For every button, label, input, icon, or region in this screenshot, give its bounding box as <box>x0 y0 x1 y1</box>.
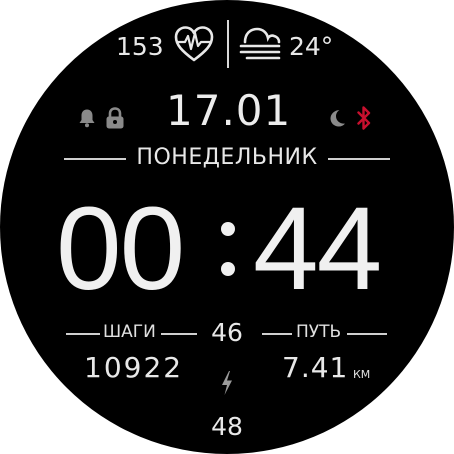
fog-icon <box>237 22 283 66</box>
date-value: 17.01 <box>166 86 292 135</box>
distance-unit: КМ <box>353 368 371 381</box>
heart-pulse-icon <box>172 24 216 64</box>
steps-value: 10922 <box>84 351 184 384</box>
time-colon-top <box>221 222 235 236</box>
heart-rate-value: 153 <box>116 32 164 61</box>
distance-label: ПУТЬ <box>296 322 342 342</box>
weekday-line-left <box>64 158 126 160</box>
steps-label: ШАГИ <box>103 322 156 342</box>
time-hours: 00 <box>56 183 185 315</box>
steps-line-left <box>66 333 100 335</box>
distance-value: 7.41 <box>282 351 349 384</box>
bell-icon <box>78 108 96 128</box>
weekday-line-right <box>328 158 390 160</box>
distance-line-right <box>347 333 387 335</box>
moon-icon <box>327 108 347 128</box>
temperature-value: 24° <box>289 32 334 61</box>
weekday-label: ПОНЕДЕЛЬНИК <box>136 145 318 170</box>
watch-face: 153 24° 17.01 ПОНЕДЕЛЬНИК 00 44 ШАГИ 46 … <box>0 0 454 454</box>
time-minutes: 44 <box>253 183 382 315</box>
lightning-bolt-icon <box>219 370 235 396</box>
center-value: 46 <box>211 318 243 347</box>
bluetooth-icon <box>356 105 372 131</box>
steps-line-right <box>161 333 197 335</box>
battery-value: 48 <box>211 412 243 441</box>
lock-icon <box>104 106 126 130</box>
distance-line-left <box>262 333 292 335</box>
time-colon-bottom <box>221 262 235 276</box>
status-divider <box>227 20 229 68</box>
